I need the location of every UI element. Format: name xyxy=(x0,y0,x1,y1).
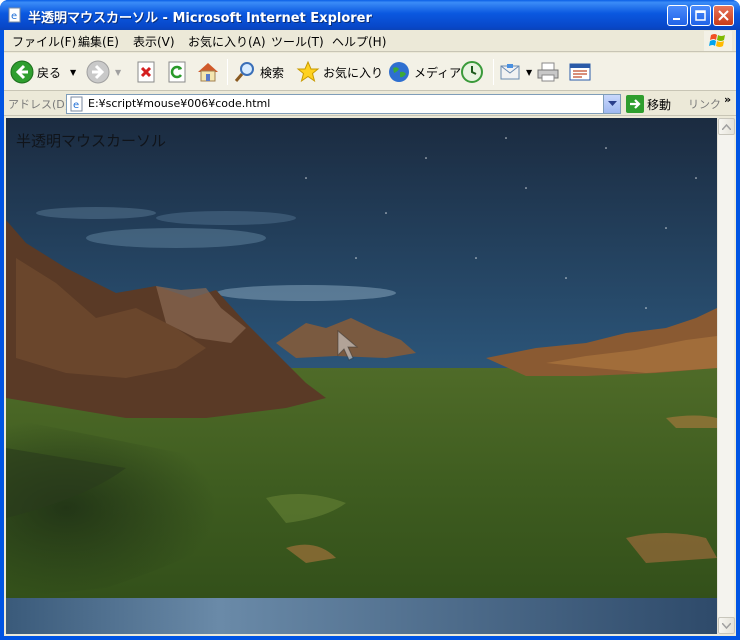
menu-view[interactable]: 表示(V) xyxy=(133,33,175,50)
scroll-down-button[interactable] xyxy=(718,617,735,634)
refresh-button[interactable] xyxy=(165,58,189,86)
vertical-scrollbar[interactable] xyxy=(717,118,735,634)
ie-page-icon: e xyxy=(70,96,83,112)
maximize-icon xyxy=(695,10,706,21)
address-input[interactable]: e E:¥script¥mouse¥006¥code.html xyxy=(66,94,621,114)
toolbar-separator xyxy=(493,59,494,85)
print-button[interactable] xyxy=(536,58,560,86)
window-title: 半透明マウスカーソル - Microsoft Internet Explorer xyxy=(28,11,372,26)
menu-file[interactable]: ファイル(F) xyxy=(12,33,76,50)
address-url: E:¥script¥mouse¥006¥code.html xyxy=(88,97,271,110)
back-button[interactable]: 戻る ▼ xyxy=(10,58,76,86)
search-label: 検索 xyxy=(260,65,285,80)
search-icon xyxy=(234,62,254,82)
go-label: 移動 xyxy=(647,97,672,112)
minimize-icon xyxy=(673,18,680,20)
star-icon xyxy=(296,60,320,83)
standard-toolbar: 戻る ▼ ▼ 検索 お気に入り メディア ▼ xyxy=(4,53,736,91)
stop-button[interactable] xyxy=(134,58,158,86)
forward-dropdown-icon[interactable]: ▼ xyxy=(115,68,121,77)
scroll-up-button[interactable] xyxy=(718,118,735,135)
chevron-down-icon xyxy=(722,622,731,629)
favorites-button[interactable]: お気に入り xyxy=(296,58,383,86)
menu-favorites[interactable]: お気に入り(A) xyxy=(188,33,266,50)
address-dropdown-button[interactable] xyxy=(603,95,620,113)
links-chevron-icon[interactable]: » xyxy=(724,93,731,106)
search-button[interactable]: 検索 xyxy=(233,58,284,86)
mail-dropdown-icon[interactable]: ▼ xyxy=(526,68,532,77)
title-bar[interactable]: e 半透明マウスカーソル - Microsoft Internet Explor… xyxy=(0,0,740,30)
favorites-label: お気に入り xyxy=(323,65,384,80)
history-button[interactable] xyxy=(460,58,484,86)
go-button[interactable]: 移動 xyxy=(626,94,671,114)
page-content: 半透明マウスカーソル xyxy=(6,118,717,634)
media-button[interactable]: メディア xyxy=(387,58,461,86)
windows-logo-icon xyxy=(704,31,732,51)
history-clock-icon xyxy=(461,61,483,83)
edit-page-icon xyxy=(569,63,591,81)
svg-text:e: e xyxy=(11,11,17,22)
address-bar: アドレス(D) e E:¥script¥mouse¥006¥code.html … xyxy=(4,92,736,116)
landscape-background-image xyxy=(6,118,717,634)
maximize-button[interactable] xyxy=(690,5,711,26)
edit-button[interactable] xyxy=(568,58,592,86)
forward-arrow-icon xyxy=(86,60,110,84)
go-arrow-icon xyxy=(626,95,644,113)
links-label[interactable]: リンク xyxy=(688,96,721,112)
menu-tools[interactable]: ツール(T) xyxy=(271,33,324,50)
close-icon xyxy=(718,10,729,21)
toolbar-separator xyxy=(227,59,228,85)
back-dropdown-icon[interactable]: ▼ xyxy=(70,68,76,77)
chevron-up-icon xyxy=(722,123,731,130)
mail-icon xyxy=(500,64,520,80)
printer-icon xyxy=(537,62,559,82)
media-label: メディア xyxy=(414,65,462,80)
ie-window: e 半透明マウスカーソル - Microsoft Internet Explor… xyxy=(0,0,740,640)
forward-button[interactable]: ▼ xyxy=(86,58,121,86)
home-icon xyxy=(198,63,218,82)
address-label: アドレス(D) xyxy=(8,98,70,111)
close-button[interactable] xyxy=(713,5,734,26)
browser-frame: ファイル(F) 編集(E) 表示(V) お気に入り(A) ツール(T) ヘルプ(… xyxy=(4,30,736,636)
media-globe-icon xyxy=(389,62,409,82)
chevron-down-icon xyxy=(607,101,617,106)
translucent-mouse-cursor-icon xyxy=(337,329,359,361)
minimize-button[interactable] xyxy=(667,5,688,26)
back-arrow-icon xyxy=(10,60,34,84)
menu-edit[interactable]: 編集(E) xyxy=(78,33,119,50)
page-heading: 半透明マウスカーソル xyxy=(16,132,167,150)
ie-page-icon: e xyxy=(8,7,21,23)
mail-button[interactable]: ▼ xyxy=(499,58,532,86)
menu-help[interactable]: ヘルプ(H) xyxy=(332,33,386,50)
stop-icon xyxy=(137,61,155,83)
menu-bar: ファイル(F) 編集(E) 表示(V) お気に入り(A) ツール(T) ヘルプ(… xyxy=(4,30,736,52)
refresh-icon xyxy=(168,61,186,83)
svg-text:e: e xyxy=(73,100,79,111)
home-button[interactable] xyxy=(196,58,220,86)
back-label: 戻る xyxy=(37,65,62,80)
